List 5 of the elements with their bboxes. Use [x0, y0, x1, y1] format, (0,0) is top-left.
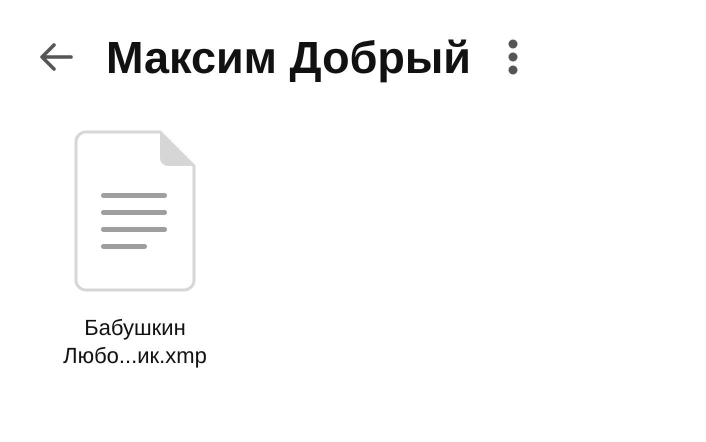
- file-name: Бабушкин Любо...ик.xmp: [62, 314, 208, 370]
- document-icon: [74, 130, 196, 292]
- back-arrow-icon: [39, 43, 73, 71]
- more-vertical-icon: [508, 39, 518, 75]
- file-tile[interactable]: Бабушкин Любо...ик.xmp: [30, 130, 240, 370]
